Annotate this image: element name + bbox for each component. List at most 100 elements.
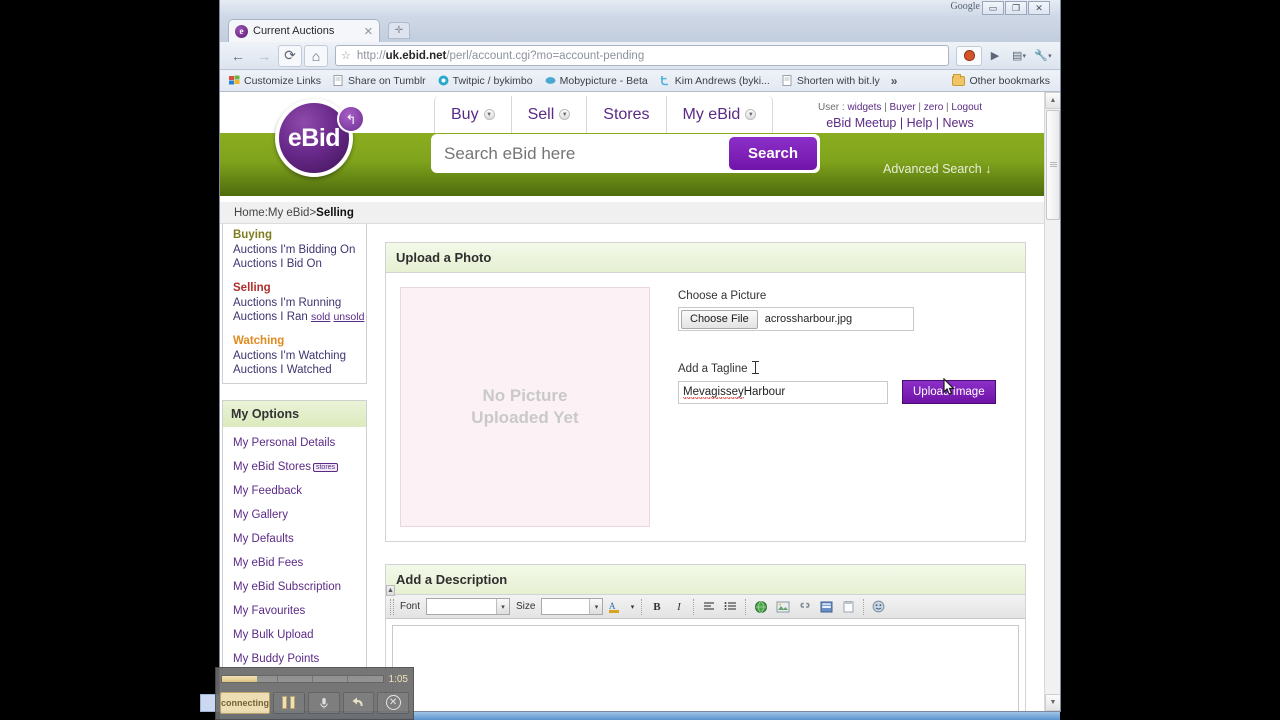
feedback-link[interactable]: zero xyxy=(924,102,943,113)
rich-text-toolbar: Font ▾ Size ▾ A ▾ B I xyxy=(386,595,1025,619)
bookmark-twitpic[interactable]: Twitpic / bykimbo xyxy=(433,74,538,88)
nav-tab-my-ebid[interactable]: My eBid ▼ xyxy=(666,96,774,133)
sidebar-item-my-defaults[interactable]: My Defaults xyxy=(223,527,366,551)
bookmark-star-icon[interactable]: ☆ xyxy=(341,49,351,62)
bookmark-mobypicture[interactable]: Mobypicture - Beta xyxy=(540,74,653,88)
search-input[interactable] xyxy=(434,137,729,170)
other-bookmarks-folder[interactable]: Other bookmarks xyxy=(952,73,1056,87)
tab-close-icon[interactable]: ✕ xyxy=(364,25,373,38)
sidebar-item-my-ebid-subscription[interactable]: My eBid Subscription xyxy=(223,575,366,599)
nav-tab-buy[interactable]: Buy ▼ xyxy=(434,96,512,133)
sidebar-sublink-unsold[interactable]: unsold xyxy=(333,311,364,323)
bookmark-shorten-with-bitly[interactable]: Shorten with bit.ly xyxy=(777,74,885,88)
sidebar-sublink-sold[interactable]: sold xyxy=(311,311,330,323)
scrollbar-thumb[interactable] xyxy=(1046,110,1060,220)
sidebar-item-my-ebid-fees[interactable]: My eBid Fees xyxy=(223,551,366,575)
sidebar-item-auctions-i-watched[interactable]: Auctions I Watched xyxy=(223,363,366,377)
emoji-icon[interactable] xyxy=(869,598,888,616)
nav-tab-stores[interactable]: Stores xyxy=(587,96,667,133)
window-close-button[interactable]: ✕ xyxy=(1028,1,1050,15)
scroll-up-button[interactable]: ▲ xyxy=(1045,92,1060,109)
chevron-down-icon[interactable]: ▼ xyxy=(483,109,495,120)
text-cursor-icon xyxy=(752,361,760,374)
sidebar-item-auctions-im-watching[interactable]: Auctions I'm Watching xyxy=(223,349,366,363)
forward-button[interactable]: → xyxy=(252,45,276,67)
microphone-button[interactable] xyxy=(307,691,340,714)
chevron-down-icon[interactable]: ▼ xyxy=(559,109,571,120)
add-description-panel: Add a Description Font ▾ Size ▾ A ▾ B I xyxy=(385,564,1026,711)
firebug-icon[interactable] xyxy=(956,45,982,66)
search-button[interactable]: Search xyxy=(729,137,817,170)
page-menu-button[interactable]: ▤ ▾ xyxy=(1008,45,1030,67)
sidebar-item-my-gallery[interactable]: My Gallery xyxy=(223,503,366,527)
recording-progress-bar[interactable] xyxy=(221,675,384,683)
ebid-page: Buy ▼ Sell ▼ Stores My eBid ▼ User: wid… xyxy=(220,92,1044,711)
bold-button[interactable]: B xyxy=(647,598,666,616)
paste-icon[interactable] xyxy=(839,598,858,616)
search-bar: Search xyxy=(431,134,820,173)
toolbar-grip[interactable] xyxy=(390,598,394,615)
home-button[interactable]: ⌂ xyxy=(304,44,328,67)
image-icon[interactable] xyxy=(773,598,792,616)
page-icon xyxy=(782,75,792,86)
color-dropdown-icon[interactable]: ▾ xyxy=(628,598,636,616)
sidebar-item-auctions-i-ran[interactable]: Auctions I Ran sold unsold xyxy=(223,310,366,324)
breadcrumb-home[interactable]: Home xyxy=(234,207,265,219)
back-button[interactable]: ← xyxy=(226,45,250,67)
align-list-icon[interactable] xyxy=(699,598,718,616)
bookmark-kim-andrews[interactable]: Kim Andrews (byki... xyxy=(655,74,775,88)
logout-link[interactable]: Logout xyxy=(951,102,982,113)
sidebar-item-my-personal-details[interactable]: My Personal Details xyxy=(223,431,366,455)
window-maximize-button[interactable]: ❐ xyxy=(1005,1,1027,15)
pause-button[interactable] xyxy=(273,691,305,714)
bookmark-customize-links[interactable]: Customize Links xyxy=(224,74,326,88)
go-button[interactable]: ▶ xyxy=(984,45,1006,67)
wrench-menu-button[interactable]: 🔧 ▾ xyxy=(1032,45,1054,67)
description-editor[interactable] xyxy=(392,625,1019,711)
text-color-icon[interactable]: A xyxy=(606,598,625,616)
record-status-button[interactable]: connecting xyxy=(220,691,271,714)
italic-button[interactable]: I xyxy=(669,598,688,616)
size-select[interactable]: ▾ xyxy=(541,598,604,615)
reload-button[interactable]: ⟳ xyxy=(278,44,302,67)
table-icon[interactable] xyxy=(817,598,836,616)
link-icon[interactable] xyxy=(795,598,814,616)
username-link[interactable]: widgets xyxy=(847,102,881,113)
role-link[interactable]: Buyer xyxy=(890,102,916,113)
bookmark-share-on-tumblr[interactable]: Share on Tumblr xyxy=(328,74,431,88)
page-scrollbar[interactable]: ▲ ▼ xyxy=(1044,92,1060,711)
globe-icon[interactable] xyxy=(751,598,770,616)
ebid-meetup-link[interactable]: eBid Meetup xyxy=(826,116,896,130)
choose-file-button[interactable]: Choose File xyxy=(681,309,758,329)
bookmark-label: Shorten with bit.ly xyxy=(796,74,880,87)
window-minimize-button[interactable]: ▭ xyxy=(982,1,1004,15)
other-bookmarks-label: Other bookmarks xyxy=(969,74,1050,87)
help-link[interactable]: Help xyxy=(907,116,933,130)
close-recorder-button[interactable]: ✕ xyxy=(377,691,410,714)
scroll-down-button[interactable]: ▼ xyxy=(1045,694,1060,711)
undo-button[interactable] xyxy=(342,691,375,714)
advanced-search-link[interactable]: Advanced Search ↓ xyxy=(883,162,991,176)
breadcrumb-my-ebid[interactable]: My eBid xyxy=(268,207,310,219)
file-input-row[interactable]: Choose File acrossharbour.jpg xyxy=(678,307,914,331)
new-tab-button[interactable]: ✛ xyxy=(388,22,410,39)
sidebar-item-auctions-im-running[interactable]: Auctions I'm Running xyxy=(223,296,366,310)
sidebar-item-my-feedback[interactable]: My Feedback xyxy=(223,479,366,503)
nav-tab-sell[interactable]: Sell ▼ xyxy=(511,96,588,133)
address-bar[interactable]: ☆ http://uk.ebid.net/perl/account.cgi?mo… xyxy=(335,45,949,66)
upload-image-button[interactable]: Upload Image xyxy=(902,380,996,404)
tagline-input[interactable]: Mevagissey Harbour xyxy=(678,380,888,404)
sidebar-item-auctions-i-bid-on[interactable]: Auctions I Bid On xyxy=(223,257,366,271)
bookmarks-overflow-button[interactable]: » xyxy=(887,74,902,88)
bullet-list-icon[interactable] xyxy=(721,598,740,616)
font-select[interactable]: ▾ xyxy=(426,598,511,615)
sidebar-item-auctions-im-bidding-on[interactable]: Auctions I'm Bidding On xyxy=(223,243,366,257)
news-link[interactable]: News xyxy=(943,116,974,130)
sidebar-item-my-bulk-upload[interactable]: My Bulk Upload xyxy=(223,623,366,647)
sidebar-item-my-ebid-stores[interactable]: My eBid Stores stores xyxy=(223,455,366,479)
editor-collapse-handle[interactable]: ▲ xyxy=(386,585,395,596)
browser-tab[interactable]: e Current Auctions ✕ xyxy=(228,19,380,42)
url-suffix: /perl/account.cgi?mo=account-pending xyxy=(446,49,645,62)
sidebar-item-my-favourites[interactable]: My Favourites xyxy=(223,599,366,623)
chevron-down-icon[interactable]: ▼ xyxy=(745,109,757,120)
